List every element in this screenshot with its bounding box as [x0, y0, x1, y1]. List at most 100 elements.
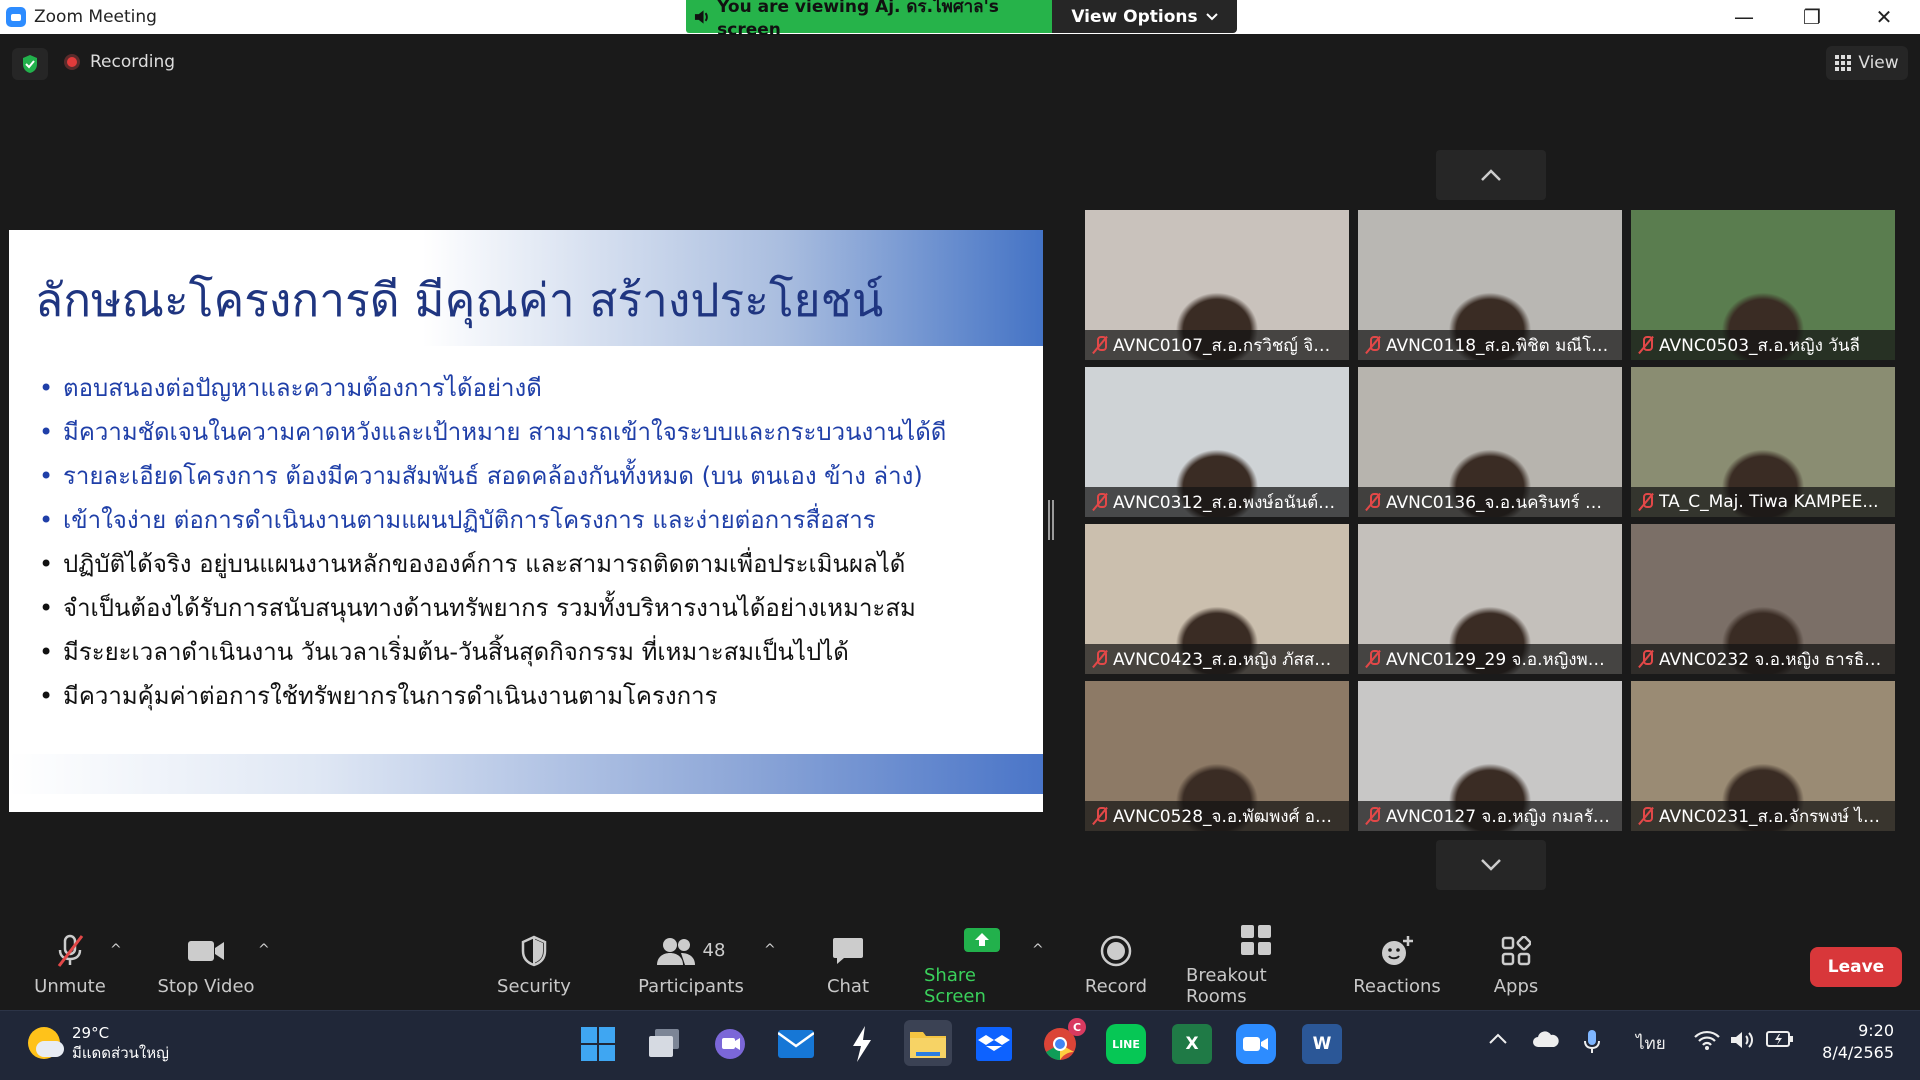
participant-video-tile[interactable]: AVNC0232 จ.อ.หญิง ธารธิด... [1631, 524, 1895, 674]
chrome-button[interactable]: C [1040, 1018, 1086, 1064]
teams-chat-button[interactable] [710, 1024, 750, 1064]
participant-video-tile[interactable]: AVNC0129_29 จ.อ.หญิงพรอ... [1358, 524, 1622, 674]
window-title: Zoom Meeting [34, 7, 157, 27]
sharing-banner-text: You are viewing Aj. ดร.ไพศาล's screen [717, 0, 999, 40]
participant-name: AVNC0107_ส.อ.กรวิชญ์ จิตไ... [1113, 335, 1338, 356]
participant-video-tile[interactable]: AVNC0136_จ.อ.นครินทร์ สมั... [1358, 367, 1622, 517]
share-options-caret[interactable]: ^ [1032, 942, 1044, 958]
word-button[interactable]: W [1302, 1024, 1342, 1064]
slide-bullet-item: • รายละเอียดโครงการ ต้องมีความสัมพันธ์ สอ… [39, 454, 1039, 498]
close-button[interactable]: ✕ [1850, 0, 1918, 34]
line-app-button[interactable]: LINE [1106, 1024, 1146, 1064]
task-view-button[interactable] [644, 1024, 684, 1064]
mail-app-button[interactable] [776, 1024, 816, 1064]
microphone-muted-icon [1366, 807, 1380, 825]
audio-options-caret[interactable]: ^ [110, 942, 122, 958]
video-options-caret[interactable]: ^ [258, 942, 270, 958]
participant-video-tile[interactable]: AVNC0127 จ.อ.หญิง กมลรัต... [1358, 681, 1622, 831]
bullet-text: มีระยะเวลาดำเนินงาน วันเวลาเริ่มต้น-วันส… [63, 638, 849, 666]
excel-button[interactable]: X [1172, 1024, 1212, 1064]
bullet-text: จำเป็นต้องได้รับการสนับสนุนทางด้านทรัพยา… [63, 594, 916, 622]
bullet-point: • [39, 506, 54, 534]
shared-screen-slide: ลักษณะโครงการดี มีคุณค่า สร้างประโยชน์ •… [9, 230, 1043, 812]
participant-video-tile[interactable]: AVNC0107_ส.อ.กรวิชญ์ จิตไ... [1085, 210, 1349, 360]
participant-video-tile[interactable]: AVNC0312_ส.อ.พงษ์อนันต์ อ... [1085, 367, 1349, 517]
meeting-security-indicator[interactable] [12, 48, 48, 80]
tray-overflow-chevron-icon[interactable] [1488, 1030, 1508, 1050]
participant-name-bar: AVNC0127 จ.อ.หญิง กมลรัต... [1358, 801, 1622, 831]
microphone-muted-icon [1093, 493, 1107, 511]
security-button[interactable]: Security [486, 920, 582, 1010]
share-screen-button[interactable]: Share Screen [924, 920, 1040, 1010]
participants-count: 48 [702, 940, 726, 961]
start-button[interactable] [578, 1024, 618, 1064]
zoom-taskbar-button[interactable] [1236, 1024, 1276, 1064]
participant-video-tile[interactable]: AVNC0423_ส.อ.หญิง ภัสสร เ... [1085, 524, 1349, 674]
wifi-icon[interactable] [1694, 1030, 1720, 1055]
chevron-down-icon [1481, 859, 1501, 871]
taskbar-clock[interactable]: 9:20 8/4/2565 [1810, 1020, 1894, 1064]
reactions-button[interactable]: Reactions [1353, 920, 1441, 1010]
record-button[interactable]: Record [1076, 920, 1156, 1010]
excel-icon: X [1185, 1034, 1199, 1054]
breakout-rooms-button[interactable]: Breakout Rooms [1186, 920, 1326, 1010]
participants-button[interactable]: 48 Participants [636, 920, 746, 1010]
participants-icon: 48 [656, 934, 726, 968]
gallery-page-up-button[interactable] [1436, 150, 1546, 200]
dropbox-icon [976, 1027, 1012, 1061]
participant-name-bar: AVNC0232 จ.อ.หญิง ธารธิด... [1631, 644, 1895, 674]
video-camera-icon [186, 934, 226, 968]
file-explorer-button[interactable] [904, 1020, 952, 1066]
battery-icon[interactable] [1766, 1030, 1794, 1053]
participant-video-tile[interactable]: AVNC0528_จ.อ.พัฒพงศ์ อา... [1085, 681, 1349, 831]
minimize-icon: — [1734, 5, 1754, 29]
reactions-label: Reactions [1353, 975, 1441, 997]
dropbox-button[interactable] [974, 1024, 1014, 1064]
bullet-text: มีความคุ้มค่าต่อการใช้ทรัพยากรในการดำเนิ… [63, 682, 718, 710]
view-label: View [1858, 53, 1899, 73]
minimize-button[interactable]: — [1710, 0, 1778, 34]
leave-button[interactable]: Leave [1810, 947, 1902, 987]
microphone-muted-icon [1639, 807, 1653, 825]
participant-name: AVNC0503_ส.อ.หญิง วันลี [1659, 335, 1860, 356]
volume-icon[interactable] [1730, 1030, 1756, 1055]
participant-name: AVNC0312_ส.อ.พงษ์อนันต์ อ... [1113, 492, 1338, 513]
maximize-button[interactable]: ❐ [1778, 0, 1846, 34]
microphone-muted-icon [1366, 650, 1380, 668]
participant-video-tile[interactable]: AVNC0118_ส.อ.พิชิต มณีโชติ [1358, 210, 1622, 360]
unmute-label: Unmute [34, 975, 106, 997]
bullet-point: • [39, 550, 54, 578]
participant-video-tile[interactable]: TA_C_Maj. Tiwa KAMPEE... [1631, 367, 1895, 517]
weather-sun-cloud-icon [28, 1027, 64, 1059]
input-language-indicator[interactable]: ไทย [1636, 1030, 1666, 1057]
weather-widget[interactable]: 29°C มีแดดส่วนใหญ่ [28, 1023, 169, 1063]
recording-indicator[interactable]: Recording [64, 52, 175, 72]
bullet-point: • [39, 682, 54, 710]
weather-temperature: 29°C [72, 1024, 110, 1042]
view-options-label: View Options [1071, 6, 1198, 27]
unmute-button[interactable]: Unmute [22, 920, 118, 1010]
breakout-rooms-label: Breakout Rooms [1186, 965, 1267, 1007]
breakout-rooms-icon [1240, 923, 1272, 957]
participant-video-tile[interactable]: AVNC0231_ส.อ.จักรพงษ์ ไข... [1631, 681, 1895, 831]
chat-app-icon [715, 1029, 745, 1059]
chat-bubble-icon [832, 934, 864, 968]
apps-button[interactable]: Apps [1486, 920, 1546, 1010]
view-options-button[interactable]: View Options [1052, 0, 1237, 33]
participant-video-tile[interactable]: AVNC0503_ส.อ.หญิง วันลี [1631, 210, 1895, 360]
view-button[interactable]: View [1826, 46, 1908, 80]
microphone-muted-icon [1366, 336, 1380, 354]
chevron-down-icon [1205, 12, 1218, 20]
lightning-app-button[interactable] [842, 1024, 882, 1064]
participants-options-caret[interactable]: ^ [764, 942, 776, 958]
onedrive-cloud-icon[interactable] [1532, 1030, 1560, 1053]
participant-name-bar: AVNC0423_ส.อ.หญิง ภัสสร เ... [1085, 644, 1349, 674]
chat-button[interactable]: Chat [812, 920, 884, 1010]
mail-icon [778, 1030, 814, 1058]
lightning-bolt-icon [853, 1026, 871, 1062]
split-view-handle[interactable] [1048, 500, 1054, 540]
tray-microphone-icon[interactable] [1584, 1030, 1600, 1059]
microphone-muted-icon [1366, 493, 1380, 511]
stop-video-button[interactable]: Stop Video [154, 920, 258, 1010]
gallery-page-down-button[interactable] [1436, 840, 1546, 890]
